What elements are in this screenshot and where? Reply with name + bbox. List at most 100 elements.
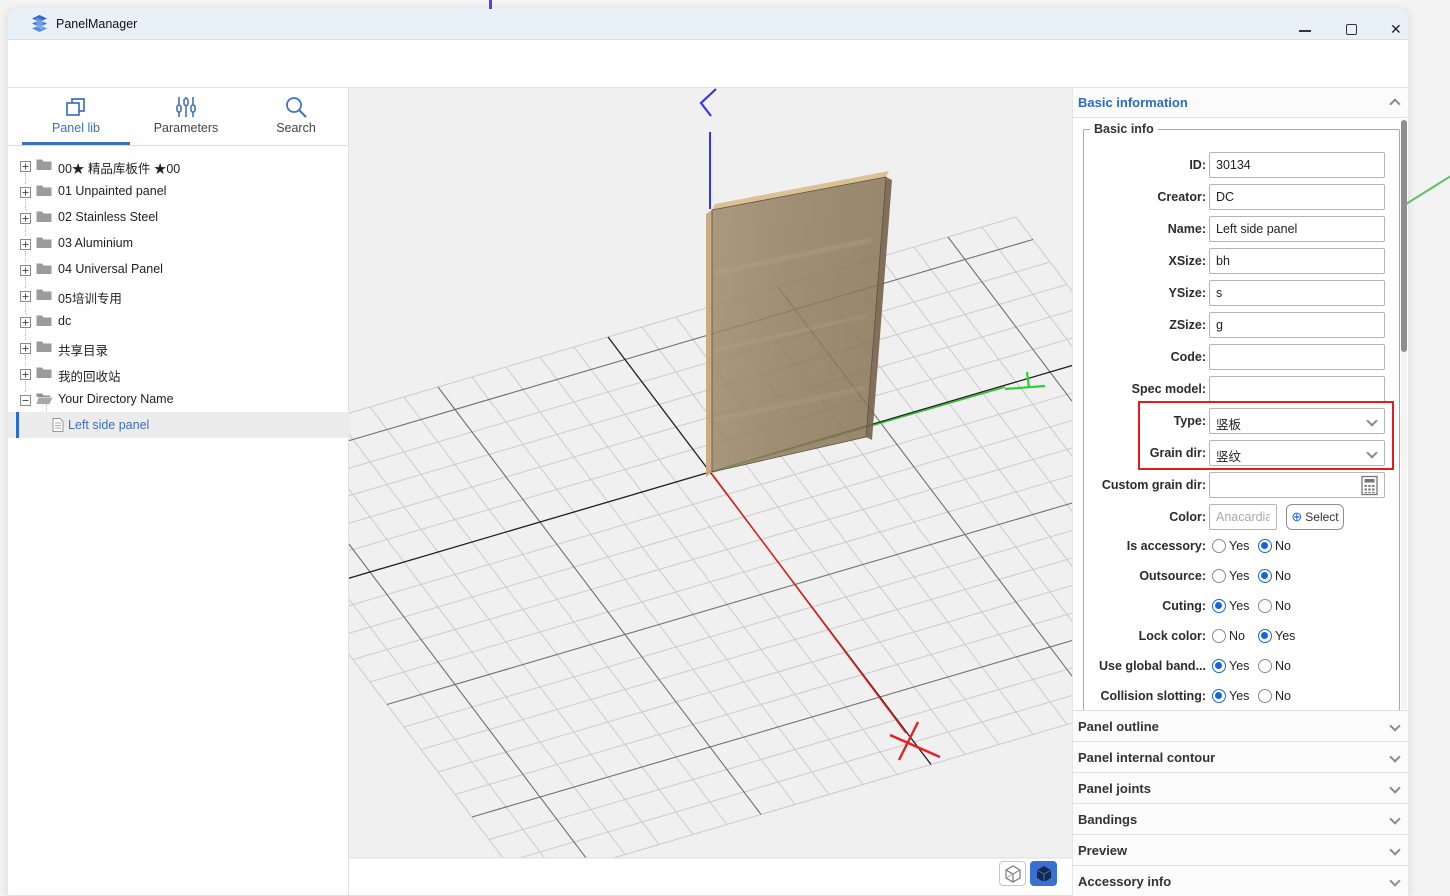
ysize-input[interactable] [1209,280,1385,306]
tree-item-05[interactable]: 05培训专用 [8,282,349,308]
field-row-grain-dir: Grain dir: 竖纹 [1076,440,1396,467]
radio-row-is-accessory: Is accessory: Yes No [1076,536,1396,558]
folder-icon [36,340,52,358]
document-icon [52,418,64,437]
expand-icon[interactable] [20,341,31,354]
tree-item-04-universal-panel[interactable]: 04 Universal Panel [8,256,349,282]
radio-row-cuting: Cuting: Yes No [1076,596,1396,618]
inspector-scrollbar-thumb[interactable] [1401,120,1407,352]
radio-use-global-band-yes[interactable]: Yes [1212,657,1249,677]
folder-icon [36,288,52,306]
section-preview[interactable]: Preview [1072,834,1408,865]
section-label: Panel internal contour [1078,750,1216,765]
tab-search[interactable]: Search [246,92,346,144]
tree-item-item[interactable]: 我的回收站 [8,360,349,386]
radio-icon [1212,539,1226,553]
expand-icon[interactable] [20,263,31,276]
radio-is-accessory-yes[interactable]: Yes [1212,537,1249,557]
section-panel-internal-contour[interactable]: Panel internal contour [1072,741,1408,772]
radio-lock-color-yes[interactable]: Yes [1258,627,1295,647]
field-label: ID: [1189,158,1206,172]
section-panel-joints[interactable]: Panel joints [1072,772,1408,803]
radio-icon [1212,629,1226,643]
section-accessory-info[interactable]: Accessory info [1072,865,1408,896]
radio-selected-icon [1212,659,1226,673]
zsize-input[interactable] [1209,312,1385,338]
field-label: XSize: [1168,254,1206,268]
section-label: Bandings [1078,812,1138,827]
radio-icon [1258,659,1272,673]
tree-item-item[interactable]: 共享目录 [8,334,349,360]
minimize-button[interactable] [1290,20,1320,42]
radio-use-global-band-no[interactable]: No [1258,657,1291,677]
expand-icon[interactable] [20,211,31,224]
radio-is-accessory-no[interactable]: No [1258,537,1291,557]
radio-outsource-no[interactable]: No [1258,567,1291,587]
id-input[interactable] [1209,152,1385,178]
radio-collision-slotting-no[interactable]: No [1258,687,1291,707]
circle-plus-icon: ⊕ [1291,509,1303,524]
tree-item-your-directory-name[interactable]: Your Directory Name [8,386,349,412]
expand-icon[interactable] [20,289,31,302]
field-label: Spec model: [1131,382,1206,396]
xsize-input[interactable] [1209,248,1385,274]
background-artifact [489,0,492,9]
folder-icon [36,236,52,254]
tree-item-02-stainless-steel[interactable]: 02 Stainless Steel [8,204,349,230]
grain-dir-select[interactable]: 竖纹 [1209,440,1385,466]
close-button[interactable]: ✕ [1382,20,1412,42]
folder-icon [36,158,52,176]
field-row-color: Color: ⊕Select [1076,504,1396,531]
radio-row-use-global-band: Use global band... Yes No [1076,656,1396,678]
viewport-3d[interactable] [349,88,1072,895]
tree-item-03-aluminium[interactable]: 03 Aluminium [8,230,349,256]
radio-selected-icon [1212,689,1226,703]
color-select-button[interactable]: ⊕ Select [1286,504,1344,530]
radio-outsource-yes[interactable]: Yes [1212,567,1249,587]
chevron-down-icon [1389,813,1401,825]
wood-panel[interactable] [706,171,892,477]
spec-model-input[interactable] [1209,376,1385,402]
expand-icon[interactable] [20,185,31,198]
tab-panel-lib[interactable]: Panel lib [26,92,126,144]
calculator-button[interactable] [1359,475,1380,496]
expand-icon[interactable] [20,315,31,328]
tree-item-00-00[interactable]: 00★ 精品库板件 ★00 [8,152,349,178]
field-row-code: Code: [1076,344,1396,371]
radio-cuting-no[interactable]: No [1258,597,1291,617]
expand-icon[interactable] [20,159,31,172]
wireframe-view-button[interactable] [999,861,1026,886]
titlebar: PanelManager ✕ [8,8,1408,40]
background-artifact [1405,175,1450,205]
radio-label: Yes [1275,629,1296,643]
basic-information-body: Basic info ID: Creator: Name: XSize: YSize: Z… [1072,118,1408,710]
tree-item-dc[interactable]: dc [8,308,349,334]
solid-cube-icon [1036,866,1052,882]
radio-selected-icon [1212,599,1226,613]
maximize-button[interactable] [1337,20,1367,42]
page-header: Panel Editor File Edit [8,40,1408,119]
section-bandings[interactable]: Bandings [1072,803,1408,834]
tree-item-label: 00★ 精品库板件 ★00 [58,162,181,176]
creator-input[interactable] [1209,184,1385,210]
tree-item-01-unpainted-panel[interactable]: 01 Unpainted panel [8,178,349,204]
field-label: ZSize: [1169,318,1206,332]
solid-view-button[interactable] [1030,861,1057,886]
minimize-icon [1299,30,1311,32]
radio-lock-color-no[interactable]: No [1212,627,1245,647]
collapse-icon[interactable] [20,393,31,406]
tree-item-left-side-panel[interactable]: Left side panel [8,412,349,438]
tab-parameters[interactable]: Parameters [136,92,236,144]
type-select[interactable]: 竖板 [1209,408,1385,434]
radio-collision-slotting-yes[interactable]: Yes [1212,687,1249,707]
section-label: Panel outline [1078,719,1159,734]
expand-icon[interactable] [20,237,31,250]
name-input[interactable] [1209,216,1385,242]
section-panel-outline[interactable]: Panel outline [1072,710,1408,741]
color-input[interactable] [1209,504,1277,530]
field-label: Code: [1170,350,1206,364]
basic-information-header[interactable]: Basic information [1072,88,1408,118]
radio-cuting-yes[interactable]: Yes [1212,597,1249,617]
expand-icon[interactable] [20,367,31,380]
code-input[interactable] [1209,344,1385,370]
